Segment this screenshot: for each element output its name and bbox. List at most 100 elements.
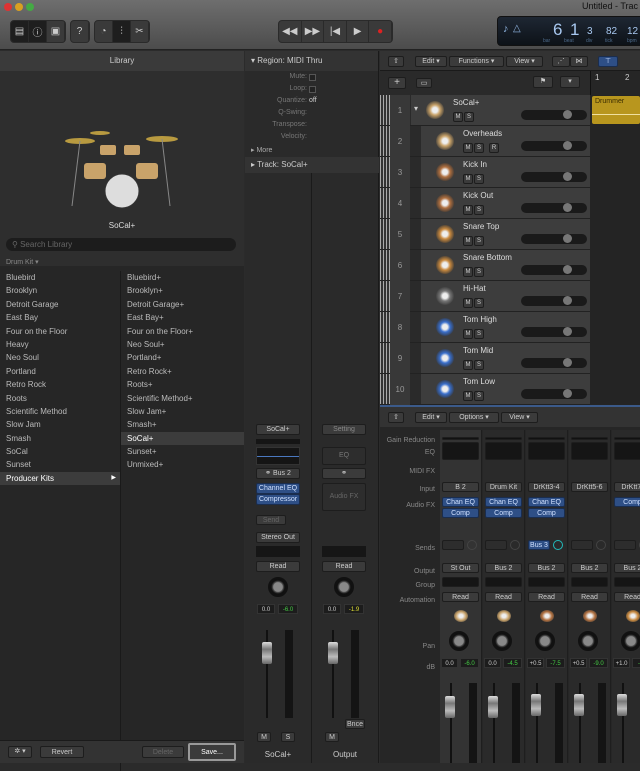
flex-icon[interactable]: ⋈ — [570, 56, 588, 67]
output-button[interactable]: Bus 2 — [485, 563, 522, 573]
track-name[interactable]: Tom Mid — [463, 346, 493, 355]
automation-mode-button[interactable]: Read — [528, 592, 565, 602]
mute-button[interactable]: M — [463, 391, 473, 401]
solo-button[interactable]: S — [474, 143, 484, 153]
group-slot[interactable] — [528, 577, 565, 587]
track-name[interactable]: Overheads — [463, 129, 502, 138]
track-header[interactable]: Snare Top M S — [421, 219, 590, 249]
search-input[interactable]: ⚲ Search Library — [6, 238, 236, 251]
volume-slider[interactable] — [521, 296, 587, 306]
instrument-icon[interactable] — [436, 380, 454, 398]
solo-button[interactable]: S — [474, 236, 484, 246]
library-item[interactable]: Sunset+ — [121, 445, 244, 458]
save-button[interactable]: Save... — [188, 743, 236, 761]
mixer-view-menu[interactable]: View ▾ — [501, 412, 538, 423]
automation-button[interactable]: Read — [256, 561, 300, 572]
library-item[interactable]: Retro Rock+ — [121, 365, 244, 378]
library-item[interactable]: Smash+ — [121, 418, 244, 431]
track-header[interactable]: Kick Out M S — [421, 188, 590, 218]
volume-knob[interactable] — [563, 296, 572, 305]
input-button[interactable]: Drum Kit — [485, 482, 522, 492]
solo-button[interactable]: S — [474, 298, 484, 308]
volume-knob[interactable] — [563, 265, 572, 274]
mixer-icon[interactable]: ⫶ — [113, 21, 131, 42]
track-name[interactable]: Snare Top — [463, 222, 499, 231]
revert-button[interactable]: Revert — [40, 746, 84, 758]
send-level-knob[interactable] — [467, 540, 477, 550]
record-icon[interactable]: ● — [369, 21, 392, 42]
minimize-button[interactable] — [15, 3, 23, 11]
track-header[interactable]: Snare Bottom M S — [421, 250, 590, 280]
catch-icon[interactable]: ⊤ — [598, 56, 618, 67]
volume-fader[interactable] — [574, 694, 584, 716]
send-level-knob[interactable] — [596, 540, 606, 550]
close-button[interactable] — [4, 3, 12, 11]
volume-slider[interactable] — [521, 265, 587, 275]
automation-mode-button[interactable]: Read — [442, 592, 479, 602]
link-icon[interactable]: ⚭ — [322, 468, 366, 479]
mixer-edit-menu[interactable]: Edit ▾ — [415, 412, 447, 423]
instrument-icon[interactable] — [436, 318, 454, 336]
eq-thumbnail[interactable] — [571, 442, 608, 460]
library-item[interactable]: Roots+ — [121, 378, 244, 391]
volume-knob[interactable] — [563, 172, 572, 181]
track-row[interactable]: 9 Tom Mid M S — [380, 343, 590, 374]
send-slot[interactable]: Send — [256, 515, 286, 525]
inspector-field[interactable]: Mute: — [245, 73, 379, 85]
library-item[interactable]: Four on the Floor — [0, 325, 120, 338]
output-button[interactable]: Stereo Out — [256, 532, 300, 543]
volume-fader[interactable] — [262, 642, 272, 664]
mute-button[interactable]: M — [463, 174, 473, 184]
library-item[interactable]: Scientific Method+ — [121, 392, 244, 405]
library-item[interactable]: Portland — [0, 365, 120, 378]
editors-icon[interactable]: ✂ — [131, 21, 149, 42]
track-row[interactable]: 1 ▾ SoCal+ M S — [380, 95, 590, 126]
volume-slider[interactable] — [521, 327, 587, 337]
volume-slider[interactable] — [521, 141, 587, 151]
solo-button[interactable]: S — [474, 329, 484, 339]
send-slot[interactable] — [614, 540, 636, 550]
help-icon[interactable]: ? — [71, 21, 89, 42]
solo-button[interactable]: S — [474, 174, 484, 184]
pan-knob[interactable] — [578, 631, 598, 651]
send-slot[interactable] — [442, 540, 464, 550]
eq-thumbnail[interactable] — [256, 447, 300, 465]
audio-fx-slot[interactable]: Comp — [485, 508, 522, 518]
output-volume-fader[interactable] — [328, 642, 338, 664]
library-item[interactable]: Detroit Garage+ — [121, 298, 244, 311]
play-icon[interactable]: ▶ — [347, 21, 370, 42]
track-row[interactable]: 2 Overheads M S R — [380, 126, 590, 157]
library-item[interactable]: Scientific Method — [0, 405, 120, 418]
pan-knob[interactable] — [492, 631, 512, 651]
metronome-icon[interactable]: △ — [513, 23, 521, 34]
inspector-field[interactable]: Quantize: off — [245, 97, 379, 109]
track-name[interactable]: Tom High — [463, 315, 497, 324]
category-breadcrumb[interactable]: Drum Kit ▾ — [6, 258, 39, 266]
instrument-icon[interactable] — [436, 194, 454, 212]
volume-slider[interactable] — [521, 110, 587, 120]
send-level-knob[interactable] — [553, 540, 563, 550]
functions-menu[interactable]: Functions ▾ — [449, 56, 504, 67]
checkbox[interactable] — [309, 74, 316, 81]
output-button[interactable]: Bus 2 — [528, 563, 565, 573]
group-slot[interactable] — [256, 546, 300, 557]
library-item[interactable]: Portland+ — [121, 351, 244, 364]
bounce-button[interactable]: Bnce — [345, 719, 365, 729]
volume-knob[interactable] — [563, 110, 572, 119]
track-header[interactable]: Tom Mid M S — [421, 343, 590, 373]
group-slot[interactable] — [614, 577, 640, 587]
send-slot[interactable] — [571, 540, 593, 550]
audio-fx-slot[interactable]: Comp — [614, 497, 640, 507]
eq-thumbnail[interactable] — [442, 442, 479, 460]
volume-slider[interactable] — [521, 234, 587, 244]
instrument-icon[interactable] — [426, 101, 444, 119]
track-header[interactable]: Tom High M S — [421, 312, 590, 342]
output-automation-button[interactable]: Read — [322, 561, 366, 572]
send-level-knob[interactable] — [510, 540, 520, 550]
input-button[interactable]: ⚭ Bus 2 — [256, 468, 300, 479]
track-row[interactable]: 7 Hi-Hat M S — [380, 281, 590, 312]
output-eq-slot[interactable]: EQ — [322, 447, 366, 465]
lcd-display[interactable]: ♪ △ 6 1 3 82 12 bar beat div tick bpm — [497, 16, 640, 46]
library-item[interactable]: Sunset — [0, 458, 120, 471]
inspector-field[interactable]: Transpose: — [245, 121, 379, 133]
